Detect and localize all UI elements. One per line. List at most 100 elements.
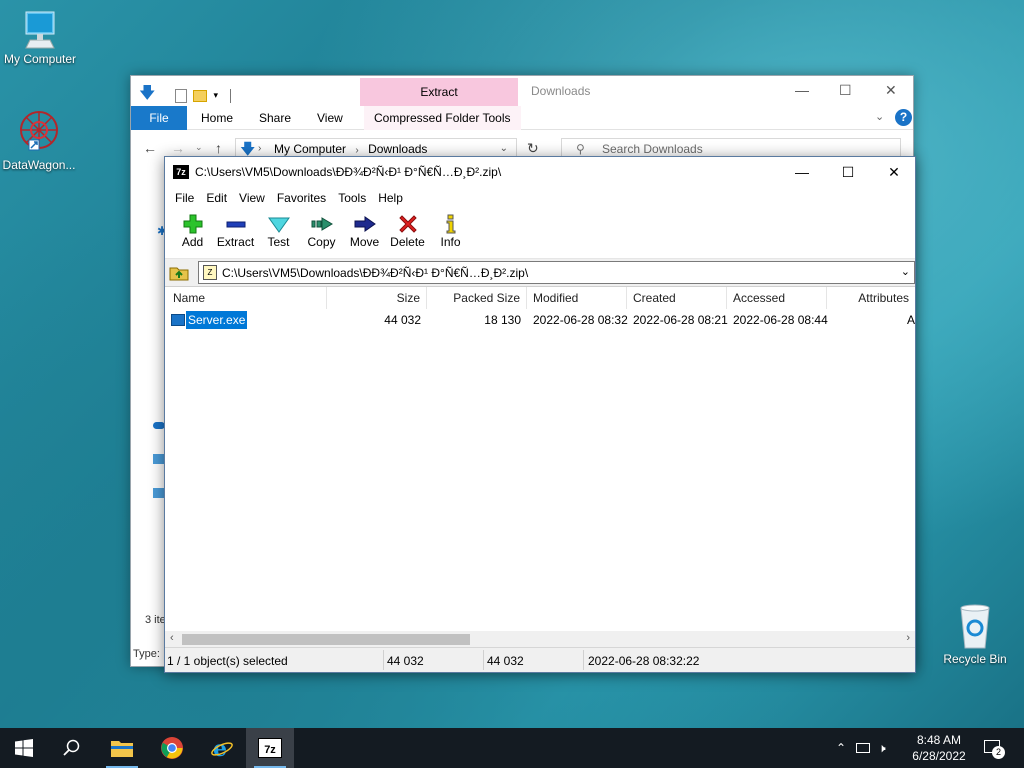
menu-edit[interactable]: Edit: [200, 187, 233, 209]
7zip-window[interactable]: 7z C:\Users\VM5\Downloads\ÐÐ¾Ð²Ñ‹Ð¹ Ð°Ñ€…: [164, 156, 916, 673]
quick-access-toolbar: 🡇 ▾: [139, 82, 231, 109]
7zip-path-combobox[interactable]: Z C:\Users\VM5\Downloads\ÐÐ¾Ð²Ñ‹Ð¹ Ð°Ñ€Ñ…: [198, 261, 915, 284]
volume-icon[interactable]: 🕨: [878, 741, 886, 756]
menu-help[interactable]: Help: [372, 187, 409, 209]
show-hidden-icons-icon[interactable]: ⌃: [836, 741, 846, 755]
column-header-created[interactable]: Created: [627, 287, 727, 309]
search-placeholder: Search Downloads: [602, 142, 703, 156]
help-icon[interactable]: ?: [895, 109, 912, 126]
taskbar-7zip[interactable]: 7z: [246, 728, 294, 768]
explorer-titlebar: 🡇 ▾ Extract Downloads — ☐ ✕: [131, 76, 913, 106]
status-modified: 2022-06-28 08:32:22: [588, 654, 700, 668]
properties-icon[interactable]: [175, 88, 188, 103]
forward-icon[interactable]: →: [171, 140, 185, 156]
desktop-icon-my-computer[interactable]: My Computer: [0, 10, 80, 66]
move-icon: [343, 213, 386, 235]
extract-label: Extract: [216, 235, 255, 249]
7zip-menu-bar: File Edit View Favorites Tools Help: [165, 187, 915, 209]
explorer-ribbon-tabs: File Home Share View Compressed Folder T…: [131, 106, 913, 130]
computer-icon: [22, 10, 58, 50]
column-header-modified[interactable]: Modified: [527, 287, 627, 309]
explorer-type-label: Type:: [133, 648, 160, 660]
minimize-button[interactable]: —: [779, 157, 825, 187]
breadcrumb-my-computer[interactable]: My Computer: [274, 142, 346, 156]
ribbon-tab-view[interactable]: View: [307, 106, 353, 130]
test-icon: [257, 213, 300, 235]
copy-icon: [300, 213, 343, 235]
7zip-toolbar: Add Extract Test Copy Move Delete Info: [165, 209, 915, 259]
taskbar-internet-explorer[interactable]: e: [198, 728, 246, 768]
search-button[interactable]: [48, 728, 96, 768]
desktop-icon-recycle-bin[interactable]: Recycle Bin: [935, 602, 1015, 666]
folder-up-icon[interactable]: [169, 263, 189, 281]
taskbar-file-explorer[interactable]: [98, 728, 146, 768]
add-button[interactable]: Add: [171, 209, 214, 258]
scroll-right-icon[interactable]: ›: [906, 632, 910, 644]
recent-locations-icon[interactable]: ⌄: [195, 142, 203, 153]
ribbon-tab-compressed-folder-tools[interactable]: Compressed Folder Tools: [364, 106, 521, 130]
ribbon-tab-share[interactable]: Share: [249, 106, 301, 130]
column-header-size[interactable]: Size: [327, 287, 427, 309]
horizontal-scrollbar[interactable]: ‹ ›: [165, 631, 915, 648]
menu-favorites[interactable]: Favorites: [271, 187, 332, 209]
column-header-packed-size[interactable]: Packed Size: [427, 287, 527, 309]
column-header-accessed[interactable]: Accessed: [727, 287, 827, 309]
quick-access-down-arrow-icon[interactable]: 🡇: [139, 82, 155, 109]
taskbar: e 7z ⌃ 🕨 8:48 AM 6/28/2022 2: [0, 728, 1024, 768]
ribbon-tab-home[interactable]: Home: [191, 106, 243, 130]
ribbon-tab-file[interactable]: File: [131, 106, 187, 130]
customize-quick-access-icon[interactable]: ▾: [213, 90, 218, 101]
add-label: Add: [181, 235, 204, 249]
chevron-down-icon[interactable]: ⌄: [901, 265, 910, 278]
separator: [229, 88, 231, 103]
extract-button[interactable]: Extract: [214, 209, 257, 258]
test-button[interactable]: Test: [257, 209, 300, 258]
back-icon[interactable]: ←: [143, 140, 157, 156]
file-modified: 2022-06-28 08:32: [533, 313, 628, 327]
desktop-icon-datawagon[interactable]: DataWagon...: [0, 108, 79, 172]
file-packed-size: 18 130: [484, 313, 521, 327]
maximize-button[interactable]: ☐: [839, 82, 852, 99]
copy-button[interactable]: Copy: [300, 209, 343, 258]
menu-file[interactable]: File: [169, 187, 200, 209]
network-icon[interactable]: [856, 743, 871, 753]
file-created: 2022-06-28 08:21: [633, 313, 728, 327]
file-attributes: A: [907, 313, 915, 327]
info-button[interactable]: Info: [429, 209, 472, 258]
new-folder-icon[interactable]: [193, 89, 208, 102]
file-row[interactable]: Server.exe 44 032 18 130 2022-06-28 08:3…: [165, 310, 915, 330]
chrome-icon: [161, 737, 183, 759]
ribbon-expand-icon[interactable]: ⌄: [875, 110, 884, 123]
recycle-bin-icon: [955, 602, 995, 650]
taskbar-clock[interactable]: 8:48 AM 6/28/2022: [904, 732, 974, 764]
info-icon: [429, 213, 472, 235]
up-icon[interactable]: ↑: [215, 140, 222, 156]
desktop-icon-label: Recycle Bin: [943, 652, 1007, 666]
maximize-button[interactable]: ☐: [825, 157, 871, 187]
7zip-titlebar: 7z C:\Users\VM5\Downloads\ÐÐ¾Ð²Ñ‹Ð¹ Ð°Ñ€…: [165, 157, 915, 187]
close-button[interactable]: ✕: [871, 157, 917, 187]
file-accessed: 2022-06-28 08:44: [733, 313, 828, 327]
action-center-button[interactable]: 2: [982, 738, 1005, 759]
menu-view[interactable]: View: [233, 187, 271, 209]
minimize-button[interactable]: —: [795, 82, 809, 98]
file-size: 44 032: [384, 313, 421, 327]
scrollbar-thumb[interactable]: [182, 634, 470, 645]
refresh-icon[interactable]: ↻: [527, 140, 539, 157]
column-header-name[interactable]: Name: [167, 287, 327, 309]
column-header-attributes[interactable]: Attributes: [827, 287, 915, 309]
file-name[interactable]: Server.exe: [184, 310, 249, 330]
breadcrumb-downloads[interactable]: Downloads: [368, 142, 427, 156]
move-button[interactable]: Move: [343, 209, 386, 258]
start-button[interactable]: [0, 728, 48, 768]
contextual-tab-extract[interactable]: Extract: [360, 78, 518, 106]
explorer-item-count: 3 ite: [145, 614, 166, 626]
scroll-left-icon[interactable]: ‹: [170, 632, 174, 644]
menu-tools[interactable]: Tools: [332, 187, 372, 209]
move-label: Move: [349, 235, 380, 249]
taskbar-chrome[interactable]: [148, 728, 196, 768]
close-button[interactable]: ✕: [885, 82, 897, 99]
delete-button[interactable]: Delete: [386, 209, 429, 258]
breadcrumb-chevron-icon: ›: [355, 145, 359, 156]
7zip-file-list[interactable]: Name Size Packed Size Modified Created A…: [165, 286, 915, 648]
